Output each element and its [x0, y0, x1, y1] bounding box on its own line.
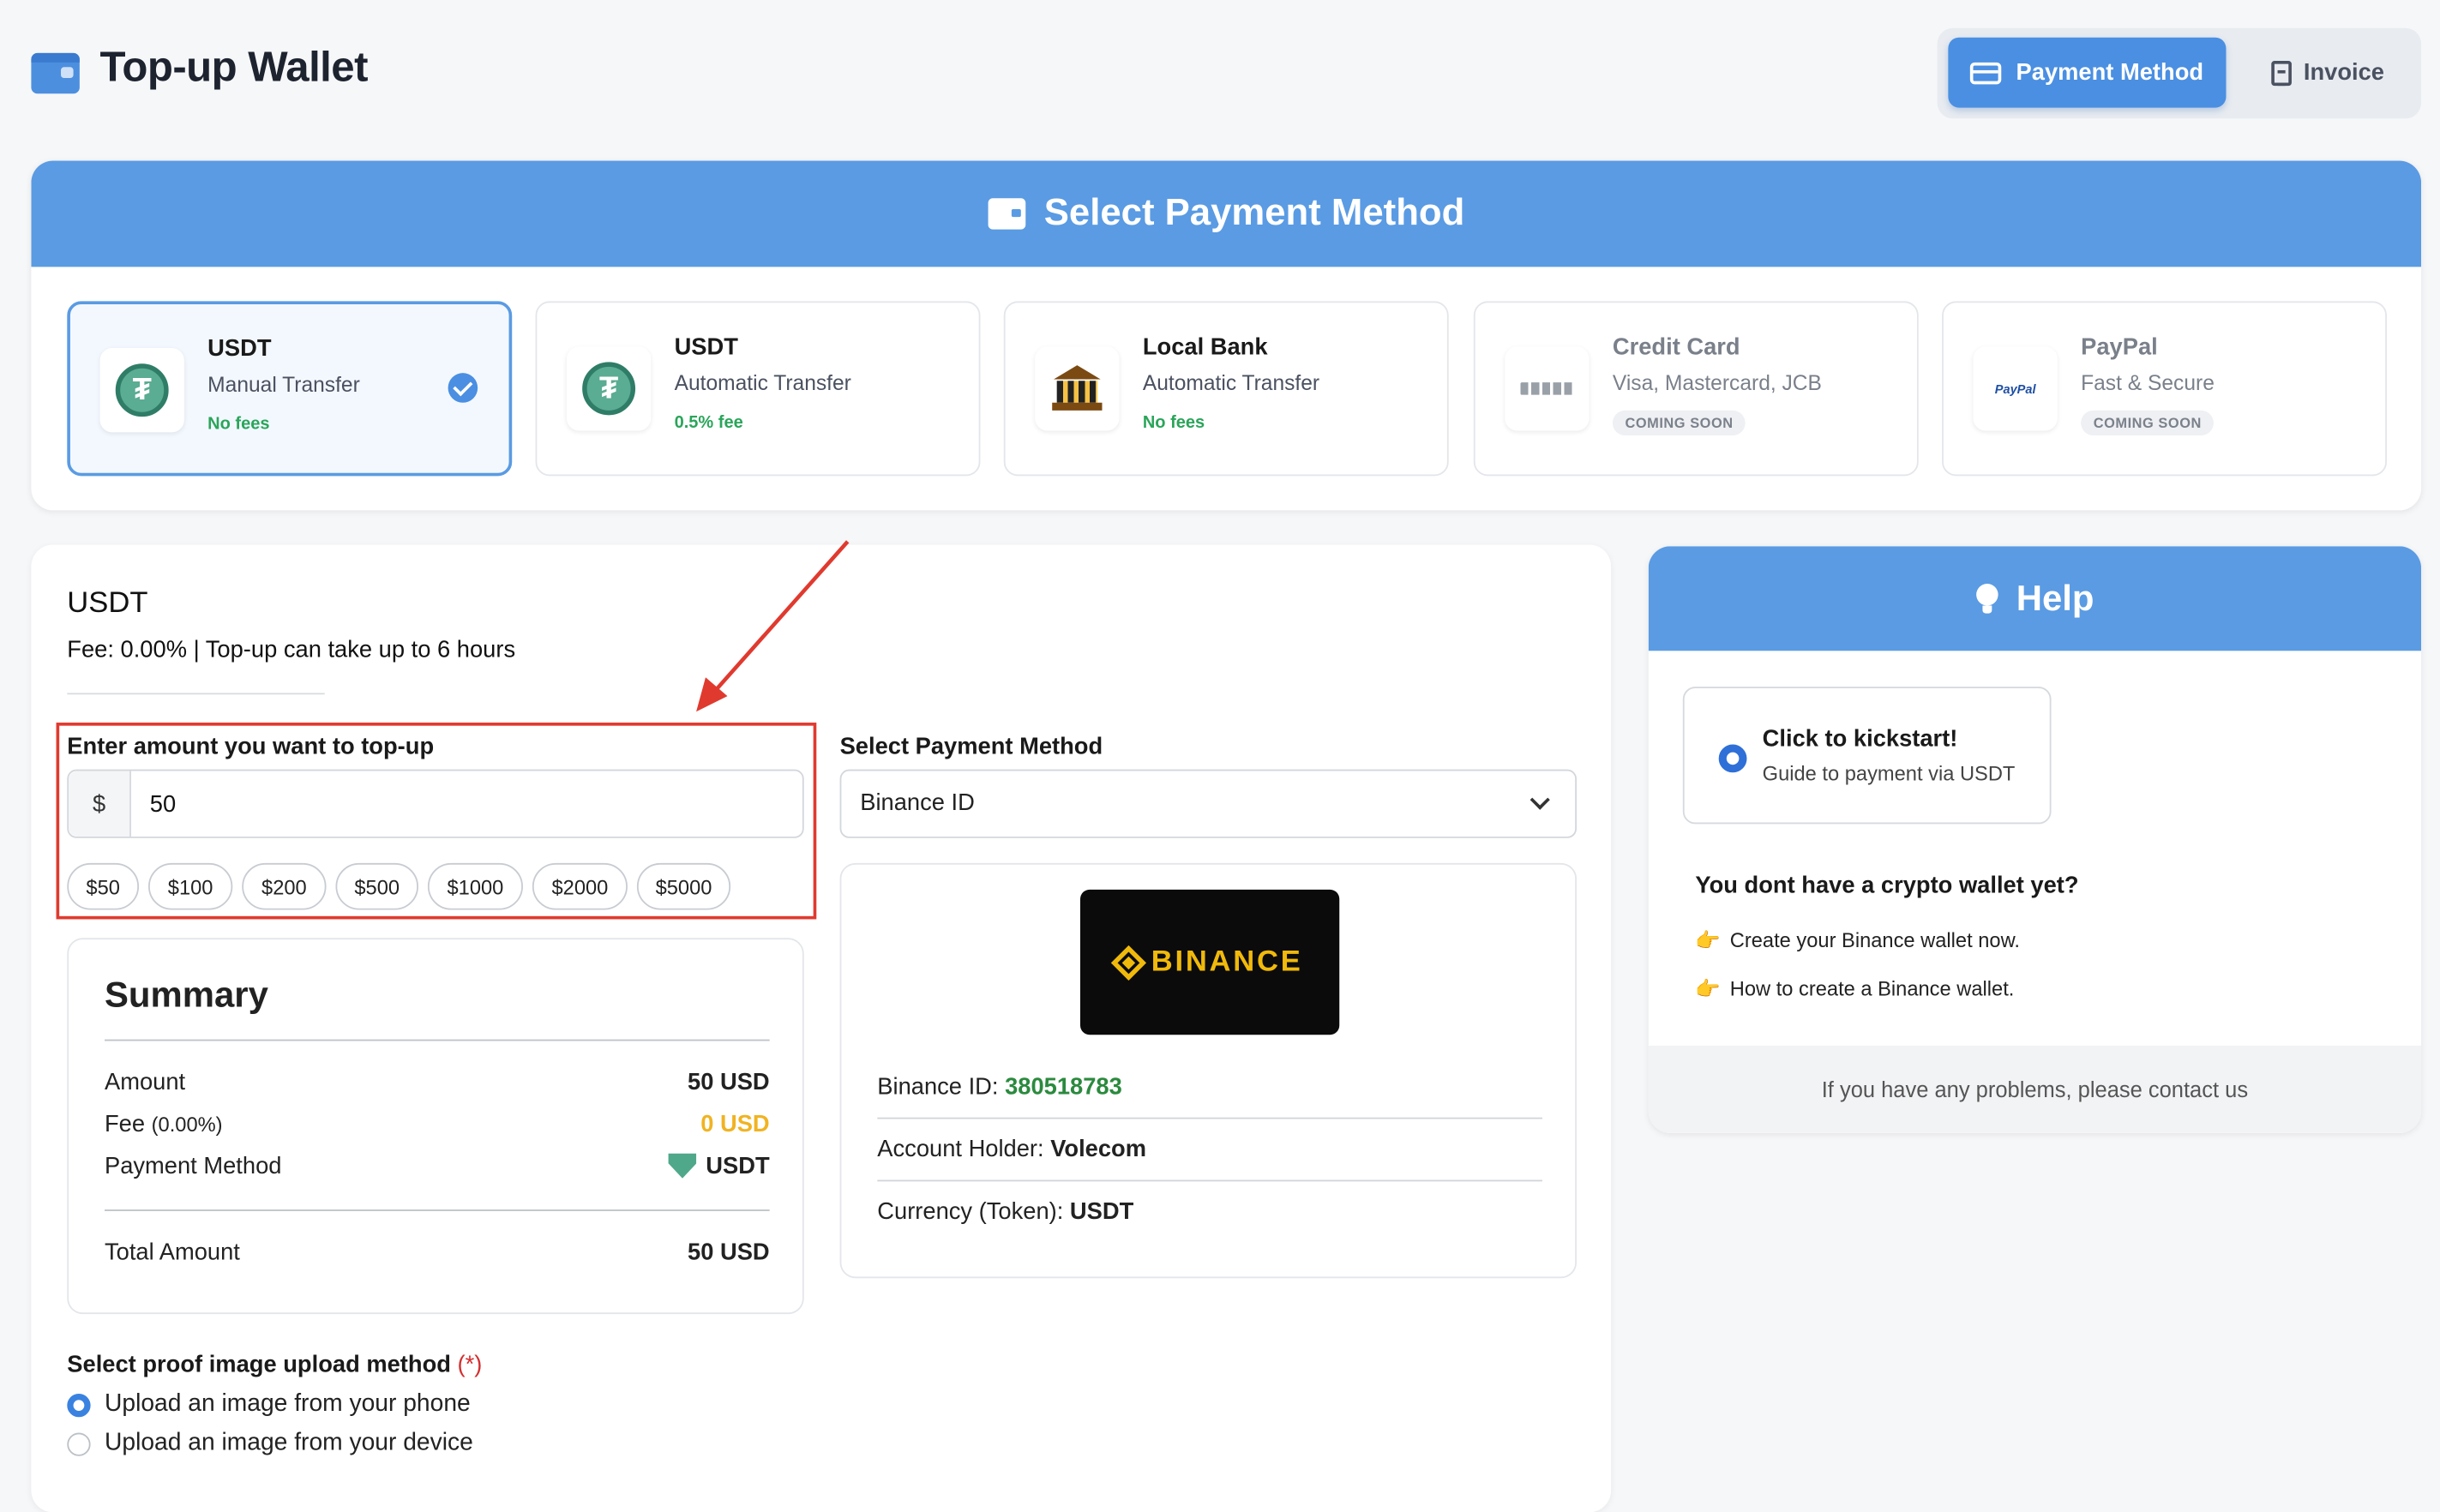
radio-unselected[interactable] — [67, 1431, 91, 1455]
upload-from-device-option[interactable]: Upload an image from your device — [67, 1430, 473, 1458]
summary-amount-row: Amount 50 USD — [104, 1069, 770, 1096]
binance-logo: BINANCE — [1079, 889, 1340, 1035]
tab-label: Invoice — [2303, 59, 2384, 87]
wallet-icon — [31, 52, 80, 94]
wallet-icon — [988, 198, 1025, 230]
method-card-paypal[interactable]: PayPal PayPal Fast & Secure COMING SOON — [1942, 301, 2388, 477]
summary-total-row: Total Amount 50 USD — [104, 1239, 770, 1266]
payment-method-panel: Select Payment Method ₮ USDT Manual Tran… — [31, 160, 2422, 511]
tether-icon: ₮ — [566, 346, 652, 431]
method-name: PayPal — [2081, 333, 2158, 361]
paypal-icon: PayPal — [1973, 346, 2058, 431]
page-title: Top-up Wallet — [99, 43, 369, 91]
method-card-usdt-auto[interactable]: ₮ USDT Automatic Transfer 0.5% fee — [535, 301, 981, 477]
binance-id-value: 380518783 — [1005, 1073, 1122, 1101]
method-name: USDT — [207, 335, 272, 363]
kickstart-button[interactable]: Click to kickstart! Guide to payment via… — [1682, 687, 2052, 825]
tab-invoice[interactable]: Invoice — [2251, 38, 2404, 108]
pointing-hand-icon: 👉 — [1695, 976, 1721, 1001]
coming-soon-badge: COMING SOON — [1612, 410, 1746, 436]
method-subtitle: Manual Transfer — [207, 373, 360, 397]
section-title: USDT — [67, 586, 148, 620]
document-icon — [2270, 60, 2292, 86]
binance-id-row: Binance ID: 380518783 — [877, 1073, 1122, 1101]
annotation-arrow — [696, 540, 850, 712]
divider — [877, 1179, 1542, 1182]
method-card-credit-card[interactable]: Credit Card Visa, Mastercard, JCB COMING… — [1473, 301, 1919, 477]
tab-payment-method[interactable]: Payment Method — [1948, 37, 2227, 108]
divider — [104, 1039, 770, 1041]
kickstart-title: Click to kickstart! — [1762, 725, 1958, 753]
method-card-local-bank[interactable]: Local Bank Automatic Transfer No fees — [1003, 301, 1449, 477]
help-title: Help — [2016, 577, 2094, 619]
help-panel: Help Click to kickstart! Guide to paymen… — [1648, 546, 2422, 1133]
method-name: Credit Card — [1612, 333, 1740, 361]
highlight-box — [56, 723, 817, 920]
chevron-down-icon — [1530, 789, 1550, 810]
method-name: Local Bank — [1142, 333, 1268, 361]
divider — [67, 693, 325, 695]
summary-method-row: Payment Method USDT — [104, 1153, 770, 1180]
method-name: USDT — [674, 333, 738, 361]
select-value: Binance ID — [860, 789, 975, 817]
method-subtitle: Automatic Transfer — [1142, 371, 1320, 395]
pointing-hand-icon: 👉 — [1695, 928, 1721, 952]
help-header: Help — [1648, 546, 2422, 651]
upload-from-phone-option[interactable]: Upload an image from your phone — [67, 1390, 471, 1419]
coming-soon-badge: COMING SOON — [2081, 410, 2215, 436]
divider — [877, 1117, 1542, 1119]
bank-icon — [1035, 346, 1120, 431]
method-note: No fees — [207, 415, 270, 435]
method-select-label: Select Payment Method — [839, 733, 1103, 760]
help-footer: If you have any problems, please contact… — [1648, 1045, 2422, 1133]
method-note: 0.5% fee — [674, 413, 743, 433]
proof-upload-label: Select proof image upload method (*) — [67, 1351, 483, 1378]
divider — [104, 1209, 770, 1211]
gear-icon — [1718, 744, 1747, 773]
tether-icon — [668, 1153, 697, 1179]
credit-card-icon — [1970, 61, 2003, 84]
fee-info: Fee: 0.00% | Top-up can take up to 6 hou… — [67, 636, 516, 663]
radio-selected[interactable] — [67, 1393, 91, 1417]
method-note: No fees — [1142, 413, 1205, 433]
check-icon — [448, 373, 478, 403]
credit-card-icon — [1505, 346, 1590, 431]
account-holder-row: Account Holder: Volecom — [877, 1136, 1147, 1163]
tether-icon: ₮ — [99, 348, 184, 433]
method-subtitle: Visa, Mastercard, JCB — [1612, 371, 1822, 395]
no-wallet-heading: You dont have a crypto wallet yet? — [1695, 872, 2079, 899]
create-binance-wallet-link[interactable]: 👉 Create your Binance wallet now. — [1695, 928, 2020, 953]
summary-card: Summary Amount 50 USD Fee (0.00%) 0 USD P… — [67, 938, 804, 1315]
payment-method-select[interactable]: Binance ID — [839, 769, 1578, 838]
how-to-create-wallet-link[interactable]: 👉 How to create a Binance wallet. — [1695, 977, 2014, 1002]
lightbulb-icon — [1975, 583, 1998, 614]
currency-row: Currency (Token): USDT — [877, 1198, 1134, 1226]
kickstart-subtitle: Guide to payment via USDT — [1762, 761, 2016, 785]
payment-method-header: Select Payment Method — [31, 160, 2422, 267]
method-subtitle: Automatic Transfer — [674, 371, 851, 395]
method-card-usdt-manual[interactable]: ₮ USDT Manual Transfer No fees — [67, 301, 513, 477]
summary-fee-row: Fee (0.00%) 0 USD — [104, 1111, 770, 1138]
tab-label: Payment Method — [2016, 59, 2204, 87]
method-subtitle: Fast & Secure — [2081, 371, 2215, 395]
summary-title: Summary — [104, 974, 268, 1015]
panel-title: Select Payment Method — [1043, 191, 1465, 235]
binance-details-card: BINANCE Binance ID: 380518783 Account Ho… — [839, 862, 1578, 1279]
